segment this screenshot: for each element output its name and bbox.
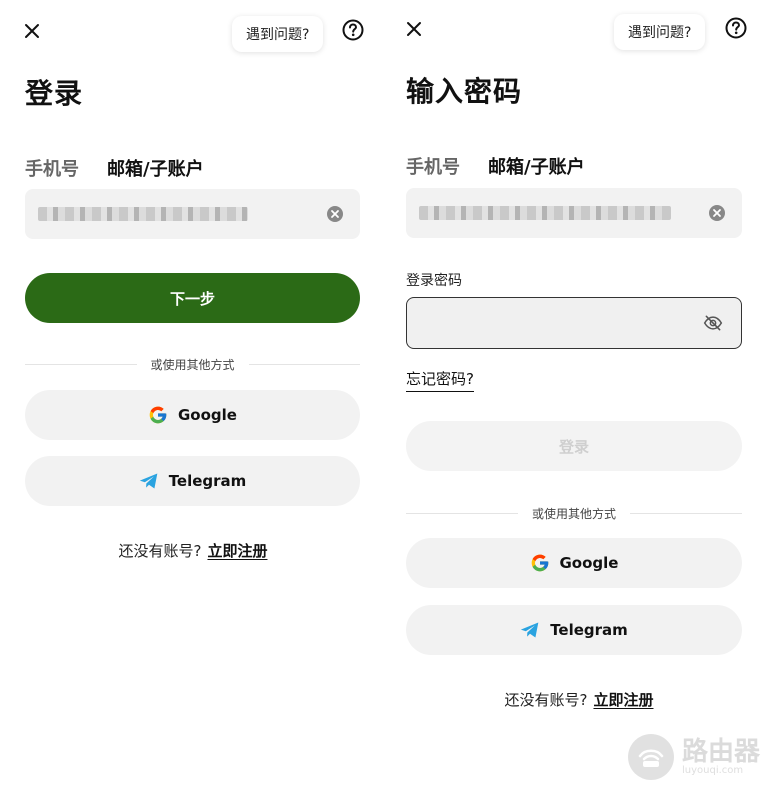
divider-text: 或使用其他方式 xyxy=(532,506,617,521)
help-icon[interactable] xyxy=(724,16,748,40)
divider-text: 或使用其他方式 xyxy=(150,357,235,372)
telegram-icon xyxy=(139,473,158,489)
masked-account-text xyxy=(419,206,671,220)
page-title: 登录 xyxy=(25,77,84,110)
watermark: 路由器 luyouqi.com xyxy=(627,734,760,780)
signup-link[interactable]: 立即注册 xyxy=(593,689,653,710)
help-tooltip[interactable]: 遇到问题? xyxy=(232,16,324,52)
clear-icon[interactable] xyxy=(326,205,344,223)
telegram-label: Telegram xyxy=(168,472,247,490)
telegram-icon xyxy=(521,622,539,638)
signup-prompt: 还没有账号? 立即注册 xyxy=(386,689,772,710)
divider: 或使用其他方式 xyxy=(406,505,743,521)
login-button[interactable]: 登录 xyxy=(406,421,742,471)
account-input[interactable] xyxy=(25,189,360,239)
enter-password-panel: 遇到问题? 输入密码 手机号 邮箱/子账户 登录密码 忘记密码? 登录 或使用其… xyxy=(386,0,772,794)
google-label: Google xyxy=(178,406,237,424)
password-label: 登录密码 xyxy=(406,273,462,289)
password-input[interactable] xyxy=(406,297,742,349)
google-login-button[interactable]: Google xyxy=(406,538,742,588)
telegram-login-button[interactable]: Telegram xyxy=(406,605,742,655)
divider: 或使用其他方式 xyxy=(25,356,361,372)
google-label: Google xyxy=(559,554,619,572)
google-login-button[interactable]: Google xyxy=(25,390,360,440)
close-icon[interactable] xyxy=(402,17,426,41)
telegram-label: Telegram xyxy=(550,621,628,639)
google-icon xyxy=(149,406,167,424)
login-email-panel: 遇到问题? 登录 手机号 邮箱/子账户 下一步 或使用其他方式 Google T… xyxy=(0,0,386,794)
router-logo-icon xyxy=(627,734,674,780)
signup-link[interactable]: 立即注册 xyxy=(207,540,267,561)
masked-account-text xyxy=(38,207,248,221)
page-title: 输入密码 xyxy=(406,75,523,108)
eye-off-icon[interactable] xyxy=(703,313,723,333)
forgot-password-link[interactable]: 忘记密码? xyxy=(406,368,474,392)
account-input[interactable] xyxy=(406,188,742,238)
tab-email-subaccount[interactable]: 邮箱/子账户 xyxy=(107,155,204,181)
signup-prompt-text: 还没有账号? xyxy=(504,691,588,709)
tab-phone[interactable]: 手机号 xyxy=(406,153,460,179)
signup-prompt: 还没有账号? 立即注册 xyxy=(0,540,386,561)
clear-icon[interactable] xyxy=(708,204,726,222)
google-icon xyxy=(531,554,548,572)
close-icon[interactable] xyxy=(20,19,44,43)
tab-email-subaccount[interactable]: 邮箱/子账户 xyxy=(488,153,585,179)
help-icon[interactable] xyxy=(341,18,365,42)
tab-phone[interactable]: 手机号 xyxy=(25,155,79,181)
next-button[interactable]: 下一步 xyxy=(25,273,360,323)
help-tooltip[interactable]: 遇到问题? xyxy=(614,14,706,50)
watermark-text: 路由器 xyxy=(681,736,760,767)
signup-prompt-text: 还没有账号? xyxy=(118,542,202,560)
telegram-login-button[interactable]: Telegram xyxy=(25,456,360,506)
